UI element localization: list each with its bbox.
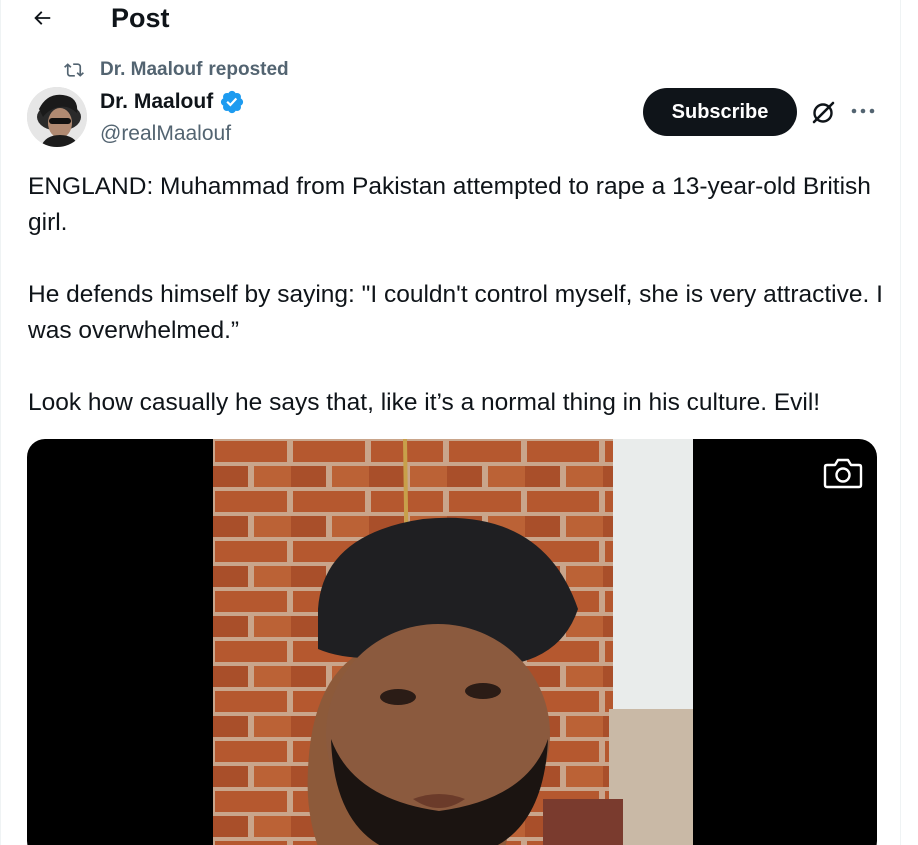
- video-player[interactable]: [27, 439, 877, 845]
- tweet-text: ENGLAND: Muhammad from Pakistan attempte…: [28, 169, 888, 421]
- page-title: Post: [111, 3, 170, 33]
- subscribe-button[interactable]: Subscribe: [643, 88, 797, 136]
- avatar[interactable]: [27, 87, 87, 147]
- camera-icon: [823, 458, 863, 489]
- verified-badge-icon: [219, 89, 245, 115]
- video-frame: [213, 439, 693, 845]
- tweet-paragraph: He defends himself by saying: "I couldn'…: [28, 281, 883, 344]
- right-border: [900, 0, 901, 845]
- more-icon: [851, 108, 875, 114]
- repost-icon: [62, 59, 88, 81]
- grok-icon: [812, 101, 835, 124]
- more-options-button[interactable]: [848, 96, 878, 126]
- tweet-paragraph: ENGLAND: Muhammad from Pakistan attempte…: [28, 173, 871, 236]
- tweet-paragraph: Look how casually he says that, like it’…: [28, 389, 821, 416]
- back-button[interactable]: [22, 0, 62, 36]
- page-header: Post: [0, 0, 900, 40]
- repost-user: Dr. Maalouf: [100, 59, 203, 80]
- grok-button[interactable]: [806, 96, 840, 130]
- repost-label: reposted: [208, 59, 289, 80]
- author-handle[interactable]: @realMaalouf: [100, 120, 231, 148]
- repost-indicator[interactable]: Dr. Maalouf reposted: [62, 58, 289, 82]
- left-border: [0, 0, 1, 845]
- arrow-left-icon: [34, 11, 51, 25]
- author-name-row[interactable]: Dr. Maalouf: [100, 88, 245, 116]
- camera-button[interactable]: [821, 453, 865, 493]
- author-display-name: Dr. Maalouf: [100, 90, 214, 113]
